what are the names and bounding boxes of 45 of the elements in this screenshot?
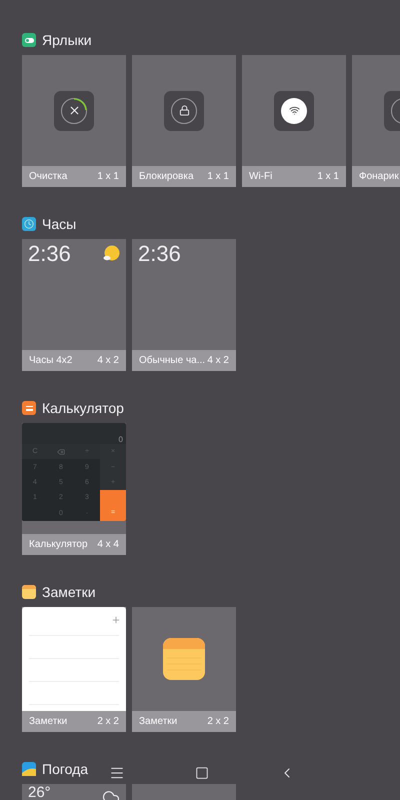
widget-card[interactable]: Заметки 2 x 2 bbox=[132, 607, 236, 732]
temperature: 26° bbox=[28, 784, 51, 800]
widget-name: Часы 4x2 bbox=[29, 356, 72, 366]
shortcuts-app-icon bbox=[22, 33, 36, 47]
sun-cloud-icon bbox=[103, 245, 120, 262]
widget-card[interactable]: 2:36 Часы 4x2 4 x 2 bbox=[22, 239, 126, 371]
widget-card[interactable]: Заметки 2 x 2 bbox=[22, 607, 126, 732]
widget-card[interactable]: 2:36 Обычные ча... 4 x 2 bbox=[132, 239, 236, 371]
widget-name: Блокировка bbox=[139, 172, 194, 182]
widget-size: 1 x 1 bbox=[317, 172, 339, 182]
widget-size: 4 x 4 bbox=[97, 540, 119, 550]
widget-size: 1 x 1 bbox=[207, 172, 229, 182]
clock-time: 2:36 bbox=[28, 240, 71, 268]
notepad-icon bbox=[163, 638, 205, 680]
section-title: Ярлыки bbox=[42, 33, 92, 47]
widget-size: 4 x 2 bbox=[207, 356, 229, 366]
widget-name: Заметки bbox=[29, 716, 68, 726]
calculator-app-icon bbox=[22, 401, 36, 415]
widget-card[interactable]: Wi-Fi 1 x 1 bbox=[242, 55, 346, 187]
clock-app-icon bbox=[22, 217, 36, 231]
weather-app-icon bbox=[22, 762, 36, 776]
widget-card[interactable]: Очистка 1 x 1 bbox=[22, 55, 126, 187]
widget-name: Заметки bbox=[139, 716, 178, 726]
section-title: Калькулятор bbox=[42, 401, 124, 415]
widget-name: Wi-Fi bbox=[249, 172, 272, 182]
widget-card[interactable]: Блокировка 1 x 1 bbox=[132, 55, 236, 187]
section-title: Погода bbox=[42, 762, 88, 776]
menu-icon[interactable] bbox=[109, 765, 125, 781]
calculator-display: 0 bbox=[118, 436, 123, 444]
widget-name: Калькулятор bbox=[29, 540, 88, 550]
clock-time: 2:36 bbox=[138, 240, 181, 268]
home-icon[interactable] bbox=[195, 766, 209, 780]
widget-name: Обычные ча... bbox=[139, 356, 206, 366]
widget-size: 2 x 2 bbox=[97, 716, 119, 726]
widget-size: 4 x 2 bbox=[97, 356, 119, 366]
widget-size: 2 x 2 bbox=[207, 716, 229, 726]
widget-card[interactable]: Фонарик bbox=[352, 55, 400, 187]
plus-icon bbox=[111, 615, 121, 625]
widget-name: Фонарик bbox=[359, 172, 399, 182]
widget-name: Очистка bbox=[29, 172, 68, 182]
backspace-icon bbox=[57, 448, 65, 456]
section-title: Часы bbox=[42, 217, 76, 231]
section-title: Заметки bbox=[42, 585, 96, 599]
notes-app-icon bbox=[22, 585, 36, 599]
widget-size: 1 x 1 bbox=[97, 172, 119, 182]
